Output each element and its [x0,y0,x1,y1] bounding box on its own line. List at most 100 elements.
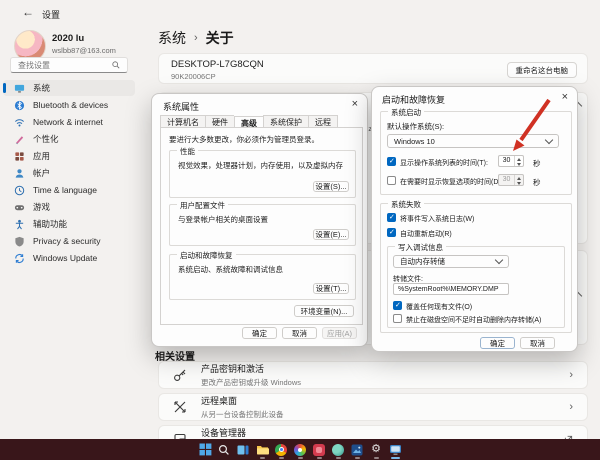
sidebar-item-label: Network & internet [33,117,103,127]
seconds-unit: 秒 [533,177,541,188]
close-icon[interactable]: × [562,92,568,102]
device-card: DESKTOP-L7G8CQN 90K20006CP 重命名这台电脑 [158,53,588,84]
os-list-seconds-spinner[interactable]: 30 [498,155,524,167]
start-button[interactable] [198,442,213,457]
taskbar-search-icon[interactable] [217,442,232,457]
running-indicator [317,457,322,459]
recovery-seconds-spinner: 30 [498,174,524,186]
auto-restart-label: 自动重新启动(R) [400,229,452,239]
sidebar-item-personalization[interactable]: 个性化 [3,131,135,147]
sidebar-item-label: 系统 [33,82,50,94]
related-item-subtitle: 更改产品密钥或升级 Windows [201,377,301,388]
sidebar-item-privacy-security[interactable]: Privacy & security [3,233,135,249]
sidebar-item-time-language[interactable]: Time & language [3,182,135,198]
running-indicator [374,457,379,459]
dump-type-value: 自动内存转储 [400,256,445,267]
rename-pc-button[interactable]: 重命名这台电脑 [507,62,578,78]
spinner-down-icon[interactable] [515,161,523,166]
globe-app-icon[interactable] [331,442,346,457]
close-icon[interactable]: × [352,99,358,109]
group-legend: 系统启动 [388,107,424,118]
sidebar-item-label: 个性化 [33,133,59,145]
settings-gear-icon[interactable]: ⚙ [369,442,384,457]
app-title: 设置 [42,8,60,21]
sidebar-item-windows-update[interactable]: Windows Update [3,250,135,266]
default-os-label: 默认操作系统(S): [387,121,444,132]
no-delete-checkbox[interactable] [393,314,402,323]
dialog-footer: 确定 取消 应用(A) [242,327,357,339]
sidebar-item-accessibility[interactable]: 辅助功能 [3,216,135,232]
breadcrumb-current: 关于 [206,28,234,48]
sidebar-item-label: Bluetooth & devices [33,100,108,110]
show-recovery-checkbox[interactable] [387,176,396,185]
running-indicator [279,457,284,459]
sidebar-item-label: 帐户 [33,167,50,179]
sidebar-item-apps[interactable]: 应用 [3,148,135,164]
sidebar-item-gaming[interactable]: 游戏 [3,199,135,215]
related-item-subtitle: 从另一台设备控制此设备 [201,409,284,420]
startup-recovery-settings-button[interactable]: 设置(T)... [313,283,349,294]
user-email: wslbb87@163.com [52,46,116,55]
sidebar-item-system[interactable]: 系统 [3,80,135,96]
dump-file-input[interactable] [393,283,509,295]
default-os-value: Windows 10 [394,137,435,146]
update-arrows-icon [13,252,25,264]
user-name: 2020 lu [52,33,84,44]
sidebar-item-label: 辅助功能 [33,218,67,230]
show-os-list-checkbox[interactable] [387,157,396,166]
file-explorer-icon[interactable] [255,442,270,457]
environment-variables-button[interactable]: 环境变量(N)... [294,305,354,317]
chevron-right-icon: › [569,401,573,413]
wifi-icon [13,116,25,128]
chrome-icon[interactable] [274,442,289,457]
default-os-dropdown[interactable]: Windows 10 [387,134,559,148]
user-profiles-settings-button[interactable]: 设置(E)... [313,229,349,240]
remote-desktop-icon [173,400,187,414]
search-icon [112,61,120,69]
key-icon [173,368,187,382]
related-item-remote-desktop[interactable]: 远程桌面 从另一台设备控制此设备 › [158,393,588,421]
dump-type-dropdown[interactable]: 自动内存转储 [393,255,509,268]
search-box[interactable] [10,57,128,73]
red-app-icon[interactable] [312,442,327,457]
os-list-seconds-value: 30 [499,156,514,166]
no-delete-label: 禁止在磁盘空间不足时自动删除内存转储(A) [406,315,541,325]
settings-app-active-icon[interactable] [388,442,403,457]
sidebar-item-bluetooth-devices[interactable]: Bluetooth & devices [3,97,135,113]
back-icon[interactable]: ← [22,5,34,19]
task-view-icon[interactable] [236,442,251,457]
running-indicator [355,457,360,459]
ok-button[interactable]: 确定 [242,327,277,339]
search-input[interactable] [16,60,112,71]
chevron-down-icon [545,135,553,143]
person-icon [13,167,25,179]
apply-button[interactable]: 应用(A) [322,327,357,339]
sidebar-item-label: Time & language [33,185,97,195]
bluetooth-icon [13,99,25,111]
color-wheel-icon[interactable] [293,442,308,457]
photos-icon[interactable] [350,442,365,457]
overwrite-checkbox[interactable] [393,301,402,310]
desktop-screen: ← 设置 2020 lu wslbb87@163.com 系统 Bluetoot… [0,0,600,460]
cancel-button[interactable]: 取消 [282,327,317,339]
sidebar-item-network-internet[interactable]: Network & internet [3,114,135,130]
group-debug-info: 写入调试信息 自动内存转储 转储文件: 覆盖任何现有文件(O) 禁止在磁盘空间不… [387,246,565,328]
related-item-product-key[interactable]: 产品密钥和激活 更改产品密钥或升级 Windows › [158,361,588,389]
auto-restart-checkbox[interactable] [387,228,396,237]
running-indicator [336,457,341,459]
running-indicator [298,457,303,459]
group-legend: 写入调试信息 [395,242,446,253]
write-event-checkbox[interactable] [387,213,396,222]
show-os-list-label: 显示操作系统列表的时间(T): [400,158,488,168]
related-item-title: 产品密钥和激活 [201,362,301,375]
breadcrumb-root[interactable]: 系统 [158,28,186,48]
group-user-profiles: 用户配置文件 与登录帐户相关的桌面设置 设置(E)... [169,204,356,246]
performance-settings-button[interactable]: 设置(S)... [313,181,349,192]
group-legend: 启动和故障恢复 [177,250,236,261]
related-item-title: 远程桌面 [201,394,284,407]
gamepad-icon [13,201,25,213]
admin-note: 要进行大多数更改，你必须作为管理员登录。 [169,134,319,145]
cancel-button[interactable]: 取消 [520,337,555,349]
sidebar-item-accounts[interactable]: 帐户 [3,165,135,181]
ok-button[interactable]: 确定 [480,337,515,349]
